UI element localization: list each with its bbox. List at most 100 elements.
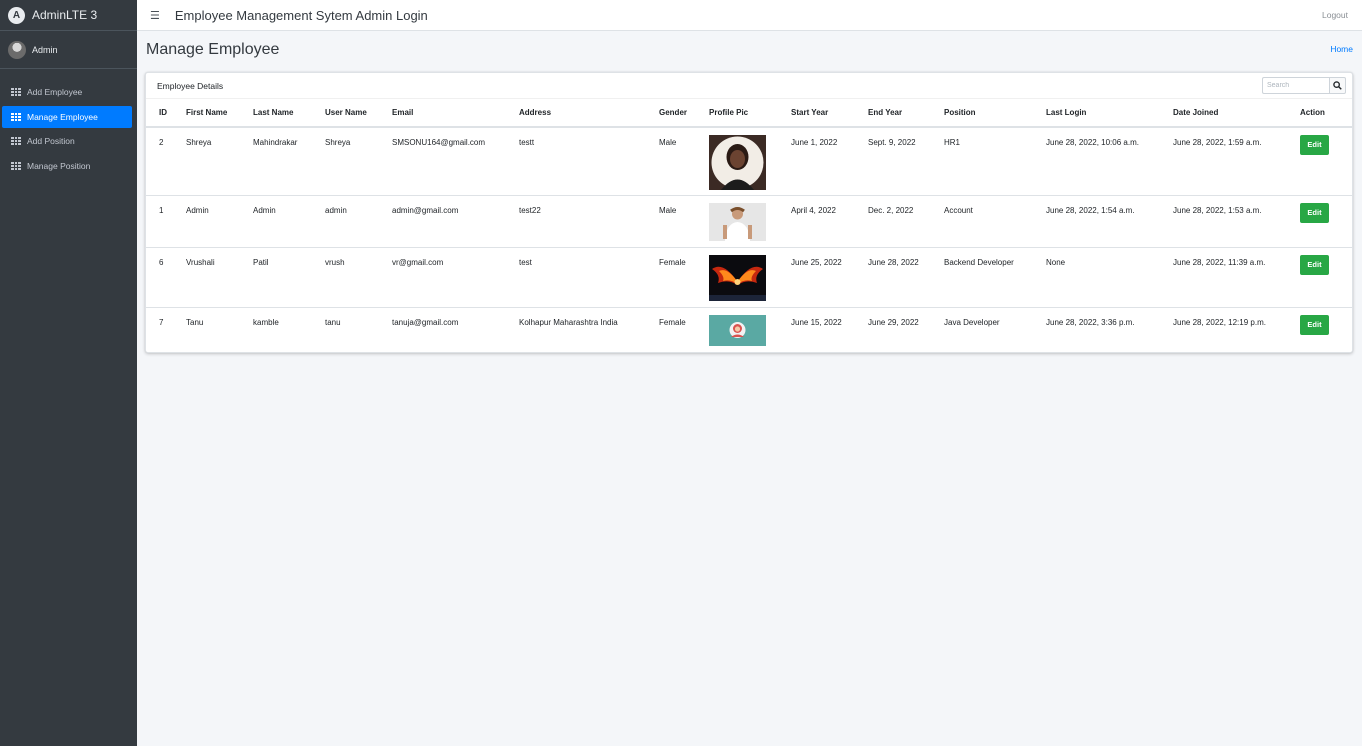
card-header: Employee Details bbox=[146, 73, 1352, 99]
profile-pic-man-portrait bbox=[709, 202, 766, 241]
cell-address: Kolhapur Maharashtra India bbox=[519, 306, 659, 352]
user-panel[interactable]: Admin bbox=[0, 31, 137, 69]
column-header: Address bbox=[519, 99, 659, 128]
column-header: Start Year bbox=[791, 99, 868, 128]
cell-start-year: June 15, 2022 bbox=[791, 306, 868, 352]
cell-last-name: Admin bbox=[253, 194, 325, 247]
cell-gender: Male bbox=[659, 126, 709, 195]
brand-name: AdminLTE 3 bbox=[32, 8, 98, 22]
column-header: ID bbox=[146, 99, 186, 128]
logout-link[interactable]: Logout bbox=[1322, 10, 1348, 20]
table-row: 6 Vrushali Patil vrush vr@gmail.com test Femal… bbox=[146, 246, 1352, 307]
cell-position: Account bbox=[944, 194, 1046, 247]
cell-last-name: Patil bbox=[253, 246, 325, 307]
sidebar-item-manage-position[interactable]: Manage Position bbox=[2, 155, 132, 177]
table-body: 2 Shreya Mahindrakar Shreya SMSONU164@gmail.… bbox=[146, 126, 1352, 352]
table-icon bbox=[11, 137, 21, 145]
action-cell: Edit bbox=[1300, 246, 1352, 307]
edit-button[interactable]: Edit bbox=[1300, 135, 1329, 155]
sidebar-item-label: Manage Employee bbox=[27, 111, 98, 122]
column-header: Action bbox=[1300, 99, 1352, 128]
cell-address: testt bbox=[519, 126, 659, 195]
cell-user-name: Shreya bbox=[325, 126, 392, 195]
column-header: Last Name bbox=[253, 99, 325, 128]
sidebar-item-add-employee[interactable]: Add Employee bbox=[2, 81, 132, 103]
search-button[interactable] bbox=[1329, 77, 1346, 94]
cell-first-name: Tanu bbox=[186, 306, 253, 352]
column-header: Date Joined bbox=[1173, 99, 1300, 128]
edit-button[interactable]: Edit bbox=[1300, 314, 1329, 335]
cell-last-login: June 28, 2022, 3:36 p.m. bbox=[1046, 306, 1173, 352]
cell-last-name: Mahindrakar bbox=[253, 126, 325, 195]
search-input[interactable] bbox=[1262, 77, 1329, 94]
cell-end-year: Sept. 9, 2022 bbox=[868, 126, 944, 195]
table-row: 1 Admin Admin admin admin@gmail.com test22 Mal… bbox=[146, 194, 1352, 247]
sidebar-item-label: Add Employee bbox=[27, 87, 83, 97]
table-header-row: ID First Name Last Name User Name Email Addre… bbox=[146, 99, 1352, 128]
cell-first-name: Vrushali bbox=[186, 246, 253, 307]
cell-date-joined: June 28, 2022, 1:59 a.m. bbox=[1173, 126, 1300, 195]
cell-last-login: June 28, 2022, 1:54 a.m. bbox=[1046, 194, 1173, 247]
sidebar-nav: Add Employee Manage Employee Add Position M… bbox=[0, 81, 137, 177]
profile-pic-woman-portrait bbox=[709, 135, 766, 190]
user-name: Admin bbox=[32, 44, 58, 55]
top-navbar: ☰ Employee Management Sytem Admin Login … bbox=[137, 0, 1362, 31]
cell-position: Backend Developer bbox=[944, 246, 1046, 307]
cell-user-name: tanu bbox=[325, 306, 392, 352]
cell-email: tanuja@gmail.com bbox=[392, 306, 519, 352]
cell-end-year: June 29, 2022 bbox=[868, 306, 944, 352]
cell-date-joined: June 28, 2022, 12:19 p.m. bbox=[1173, 306, 1300, 352]
edit-button[interactable]: Edit bbox=[1300, 254, 1329, 275]
profile-pic-cell bbox=[709, 306, 791, 352]
cell-start-year: June 1, 2022 bbox=[791, 126, 868, 195]
brand-link[interactable]: A AdminLTE 3 bbox=[0, 0, 137, 31]
hamburger-icon[interactable]: ☰ bbox=[150, 9, 160, 22]
cell-gender: Male bbox=[659, 194, 709, 247]
cell-position: Java Developer bbox=[944, 306, 1046, 352]
cell-email: vr@gmail.com bbox=[392, 246, 519, 307]
edit-button[interactable]: Edit bbox=[1300, 202, 1329, 223]
column-header: First Name bbox=[186, 99, 253, 128]
cell-date-joined: June 28, 2022, 1:53 a.m. bbox=[1173, 194, 1300, 247]
search-group bbox=[1262, 77, 1346, 94]
column-header: Position bbox=[944, 99, 1046, 128]
cell-id: 7 bbox=[146, 306, 186, 352]
cell-position: HR1 bbox=[944, 126, 1046, 195]
breadcrumb-home[interactable]: Home bbox=[1330, 44, 1353, 54]
table-row: 7 Tanu kamble tanu tanuja@gmail.com Kolhapur … bbox=[146, 306, 1352, 352]
column-header: Gender bbox=[659, 99, 709, 128]
cell-end-year: Dec. 2, 2022 bbox=[868, 194, 944, 247]
action-cell: Edit bbox=[1300, 194, 1352, 247]
cell-id: 1 bbox=[146, 194, 186, 247]
column-header: End Year bbox=[868, 99, 944, 128]
cell-start-year: April 4, 2022 bbox=[791, 194, 868, 247]
table-icon bbox=[11, 161, 21, 170]
app-title: Employee Management Sytem Admin Login bbox=[174, 7, 428, 23]
brand-logo-icon: A bbox=[8, 6, 25, 24]
cell-user-name: admin bbox=[325, 194, 392, 247]
sidebar-item-label: Manage Position bbox=[27, 160, 91, 171]
cell-last-login: None bbox=[1046, 246, 1173, 307]
column-header: User Name bbox=[325, 99, 392, 128]
cell-first-name: Shreya bbox=[186, 126, 253, 195]
table-icon bbox=[11, 88, 21, 96]
employee-details-card: Employee Details IDFirst NameLast NameUs… bbox=[145, 72, 1353, 353]
cell-end-year: June 28, 2022 bbox=[868, 246, 944, 307]
cell-user-name: vrush bbox=[325, 246, 392, 307]
column-header: Last Login bbox=[1046, 99, 1173, 128]
table-row: 2 Shreya Mahindrakar Shreya SMSONU164@gmail.… bbox=[146, 126, 1352, 195]
search-icon bbox=[1333, 81, 1342, 90]
card-title: Employee Details bbox=[157, 80, 224, 91]
sidebar-item-add-position[interactable]: Add Position bbox=[2, 130, 132, 152]
employee-table: ID First Name Last Name User Name Email Addre… bbox=[146, 99, 1352, 352]
action-cell: Edit bbox=[1300, 126, 1352, 195]
profile-pic-fire-wings bbox=[709, 254, 766, 301]
profile-pic-cell bbox=[709, 246, 791, 307]
page-title: Manage Employee bbox=[146, 41, 280, 58]
avatar bbox=[8, 40, 26, 59]
cell-date-joined: June 28, 2022, 11:39 a.m. bbox=[1173, 246, 1300, 307]
cell-email: admin@gmail.com bbox=[392, 194, 519, 247]
sidebar-item-manage-employee[interactable]: Manage Employee bbox=[2, 105, 132, 128]
profile-pic-cell bbox=[709, 126, 791, 195]
cell-last-name: kamble bbox=[253, 306, 325, 352]
